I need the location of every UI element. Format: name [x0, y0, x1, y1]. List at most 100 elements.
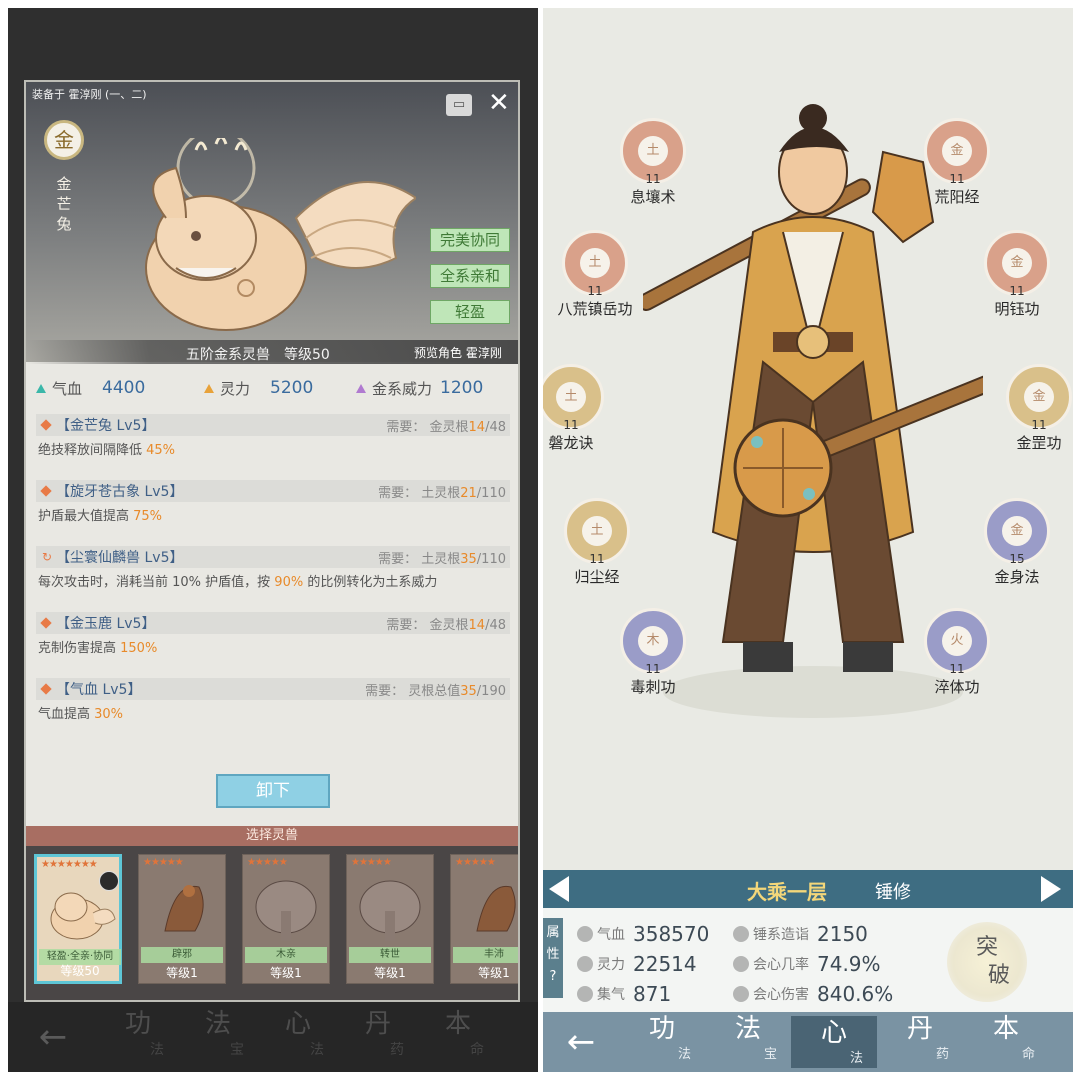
star-rating: ★★★★★ — [247, 857, 288, 868]
diamond-icon — [40, 485, 52, 497]
skill-node[interactable]: 土 11 八荒镇岳功 — [555, 230, 635, 319]
nav-tab-danyao[interactable]: 丹药 — [338, 1011, 418, 1063]
hammer-icon — [733, 926, 749, 942]
nav-tab-gongfa[interactable]: 功法 — [98, 1011, 178, 1063]
beast-selector[interactable]: ★★★★★★★ 轻盈·全亲·协同 等级50 ★★★★★ 辟邪 等级1 ★★★★★… — [26, 846, 518, 1000]
back-arrow-icon[interactable]: ← — [8, 1017, 98, 1057]
beast-card[interactable]: ★★★★★ 辟邪 等级1 — [138, 854, 226, 984]
skill-name: 【气血 Lv5】 — [56, 682, 142, 698]
skill-node[interactable]: 木 11 毒刺功 — [613, 608, 693, 697]
skill-header: 【金芒兔 Lv5】 需要： 金灵根14/48 — [36, 414, 510, 436]
skill-desc: 气血提高 30% — [38, 707, 124, 722]
skill-requirement: 需要： 土灵根35/110 — [378, 551, 506, 567]
close-icon[interactable]: ✕ — [488, 88, 510, 118]
card-tag: 丰沛 — [453, 947, 518, 963]
bird-thumbnail — [164, 885, 204, 932]
power-icon — [356, 383, 366, 393]
crit-icon — [733, 956, 749, 972]
skill-desc: 克制伤害提高 150% — [38, 641, 158, 656]
diamond-icon — [40, 419, 52, 431]
skill-level: 11 — [949, 172, 965, 186]
spirit-beast-modal: 装备于 霍淳刚 (一、二) ▭ ✕ 金 金芒兔 完美协同 全系亲和 轻盈 五阶金… — [24, 80, 520, 1002]
skill-level: 11 — [645, 172, 661, 186]
skill-node[interactable]: 金 11 明钰功 — [977, 230, 1057, 319]
skill-name: 【金芒兔 Lv5】 — [56, 418, 156, 434]
beast-skill: ↻ 【尘寰仙麟兽 Lv5】 需要： 土灵根35/110 每次攻击时，消耗当前 1… — [36, 546, 510, 598]
skill-node[interactable]: 金 15 金身法 — [977, 498, 1057, 587]
heart-icon — [577, 926, 593, 942]
card-level: 等级1 — [270, 966, 302, 980]
skill-requirement: 需要： 金灵根14/48 — [386, 617, 506, 633]
skill-name: 归尘经 — [574, 568, 620, 586]
stat-label: 灵力 — [220, 379, 251, 398]
stat-value: 5200 — [270, 378, 314, 398]
skill-header: 【旋牙苍古象 Lv5】 需要： 土灵根21/110 — [36, 480, 510, 502]
back-arrow-icon[interactable]: ← — [543, 1022, 619, 1062]
cultivation-type: 锤修 — [875, 882, 911, 903]
beast-card[interactable]: ★★★★★ 丰沛 等级1 — [450, 854, 518, 984]
nav-tab-gongfa[interactable]: 功法 — [619, 1016, 705, 1068]
skill-node[interactable]: 金 11 金罡功 — [999, 364, 1073, 453]
card-tag: 转世 — [349, 947, 431, 963]
nav-tab-danyao[interactable]: 丹药 — [877, 1016, 963, 1068]
skill-node[interactable]: 火 11 淬体功 — [917, 608, 997, 697]
preview-character[interactable]: 预览角色 霍淳刚 — [414, 344, 502, 361]
info-icon[interactable]: ▭ — [446, 94, 472, 116]
trait-light[interactable]: 轻盈 — [430, 300, 510, 324]
beast-rank: 五阶金系灵兽 等级50 — [186, 347, 330, 363]
skill-header: 【金玉鹿 Lv5】 需要： 金灵根14/48 — [36, 612, 510, 634]
skill-name: 【金玉鹿 Lv5】 — [56, 616, 156, 632]
card-level: 等级1 — [374, 966, 406, 980]
attr-qi: 集气 871 — [577, 982, 671, 1006]
card-level: 等级50 — [60, 964, 100, 978]
skill-level: 11 — [589, 552, 605, 566]
skill-header: 【气血 Lv5】 需要： 灵根总值35/190 — [36, 678, 510, 700]
nav-tab-xinfa[interactable]: 心法 — [791, 1016, 877, 1068]
beast-skill: 【气血 Lv5】 需要： 灵根总值35/190 气血提高 30% — [36, 678, 510, 730]
attr-mp: 灵力 22514 — [577, 952, 697, 976]
next-arrow-icon[interactable] — [1041, 876, 1061, 902]
star-rating: ★★★★★ — [455, 857, 496, 868]
beast-card[interactable]: ★★★★★ 木亲 等级1 — [242, 854, 330, 984]
nav-tab-xinfa[interactable]: 心法 — [258, 1011, 338, 1063]
skill-name: 毒刺功 — [630, 678, 676, 696]
unequip-button[interactable]: 卸下 — [216, 774, 330, 808]
skill-desc: 护盾最大值提高 75% — [38, 509, 163, 524]
card-tag: 木亲 — [245, 947, 327, 963]
beast-card[interactable]: ★★★★★ 转世 等级1 — [346, 854, 434, 984]
breakthrough-button[interactable]: 突破 — [947, 922, 1027, 1002]
skill-level: 11 — [1009, 284, 1025, 298]
prev-arrow-icon[interactable] — [549, 876, 569, 902]
skill-level: 11 — [563, 418, 579, 432]
beast-stats: 气血 4400 灵力 5200 金系威力 1200 — [26, 372, 518, 404]
skill-node[interactable]: 土 11 归尘经 — [557, 498, 637, 587]
left-screen: 装备于 霍淳刚 (一、二) ▭ ✕ 金 金芒兔 完美协同 全系亲和 轻盈 五阶金… — [8, 8, 538, 1072]
skill-name: 【尘寰仙麟兽 Lv5】 — [56, 550, 184, 566]
nav-tab-fabao[interactable]: 法宝 — [705, 1016, 791, 1068]
beast-card-selected[interactable]: ★★★★★★★ 轻盈·全亲·协同 等级50 — [34, 854, 122, 984]
skill-requirement: 需要： 土灵根21/110 — [378, 485, 506, 501]
trait-perfect-synergy[interactable]: 完美协同 — [430, 228, 510, 252]
skill-name: 明钰功 — [994, 300, 1040, 318]
skill-node[interactable]: 土 11 息壤术 — [613, 118, 693, 207]
bottom-nav: ← 功法 法宝 心法 丹药 本命 — [543, 1012, 1073, 1072]
skill-requirement: 需要： 灵根总值35/190 — [365, 683, 506, 699]
stat-metal-power: 金系威力 1200 — [356, 378, 516, 399]
stat-value: 4400 — [102, 378, 146, 398]
element-badge: 金 — [44, 120, 84, 160]
skill-node[interactable]: 金 11 荒阳经 — [917, 118, 997, 207]
bird-thumbnail — [476, 885, 516, 932]
beast-skill: 【旋牙苍古象 Lv5】 需要： 土灵根21/110 护盾最大值提高 75% — [36, 480, 510, 532]
nav-tab-benming[interactable]: 本命 — [418, 1011, 498, 1063]
bottom-nav: ← 功法 法宝 心法 丹药 本命 — [8, 1002, 538, 1072]
skill-desc: 每次攻击时，消耗当前 10% 护盾值，按 90% 的比例转化为土系威力 — [38, 575, 438, 590]
nav-tab-benming[interactable]: 本命 — [963, 1016, 1049, 1068]
realm-name: 大乘一层 — [747, 880, 827, 904]
card-tag: 辟邪 — [141, 947, 223, 963]
stat-label: 金系威力 — [372, 379, 433, 398]
attribute-tab[interactable]: 属性? — [543, 918, 563, 998]
cycle-icon: ↻ — [42, 550, 53, 564]
trait-all-affinity[interactable]: 全系亲和 — [430, 264, 510, 288]
skill-node[interactable]: 土 11 磐龙诀 — [543, 364, 611, 453]
nav-tab-fabao[interactable]: 法宝 — [178, 1011, 258, 1063]
